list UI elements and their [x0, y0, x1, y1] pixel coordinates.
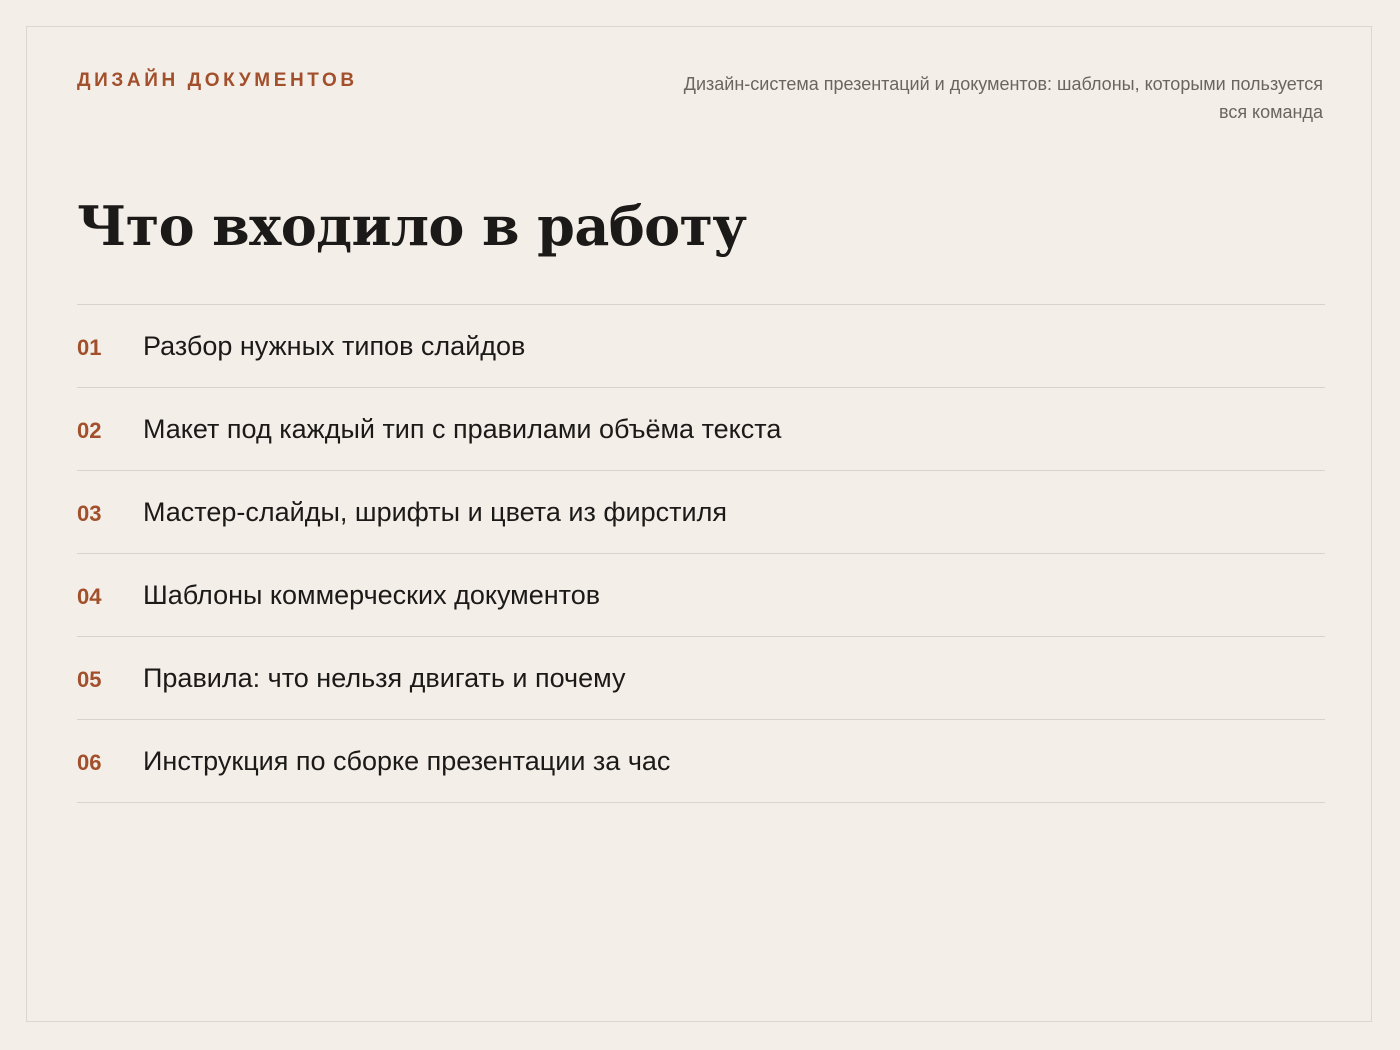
item-number: 03 [77, 501, 102, 526]
section-eyebrow: ДИЗАЙН ДОКУМЕНТОВ [77, 70, 358, 91]
list-item: 02 Макет под каждый тип с правилами объё… [77, 388, 1325, 471]
slide-frame: ДИЗАЙН ДОКУМЕНТОВ Дизайн-система презент… [26, 26, 1372, 1022]
item-text: Макет под каждый тип с правилами объёма … [143, 413, 782, 444]
list-item: 06 Инструкция по сборке презентации за ч… [77, 720, 1325, 803]
item-number: 04 [77, 584, 102, 609]
item-number: 02 [77, 418, 102, 443]
item-text: Правила: что нельзя двигать и почему [143, 662, 626, 693]
item-number: 01 [77, 335, 102, 360]
list-item: 05 Правила: что нельзя двигать и почему [77, 637, 1325, 720]
item-number: 06 [77, 750, 102, 775]
list-item: 01 Разбор нужных типов слайдов [77, 305, 1325, 388]
header-subtitle: Дизайн-система презентаций и документов:… [683, 74, 1323, 122]
item-text: Шаблоны коммерческих документов [143, 579, 601, 610]
page-title: Что входило в работу [77, 194, 747, 258]
list-item: 04 Шаблоны коммерческих документов [77, 554, 1325, 637]
work-list: 01 Разбор нужных типов слайдов 02 Макет … [77, 304, 1325, 803]
item-text: Мастер-слайды, шрифты и цвета из фирстил… [143, 496, 727, 527]
item-text: Инструкция по сборке презентации за час [143, 745, 671, 776]
item-number: 05 [77, 667, 102, 692]
item-text: Разбор нужных типов слайдов [143, 330, 526, 361]
list-item: 03 Мастер-слайды, шрифты и цвета из фирс… [77, 471, 1325, 554]
